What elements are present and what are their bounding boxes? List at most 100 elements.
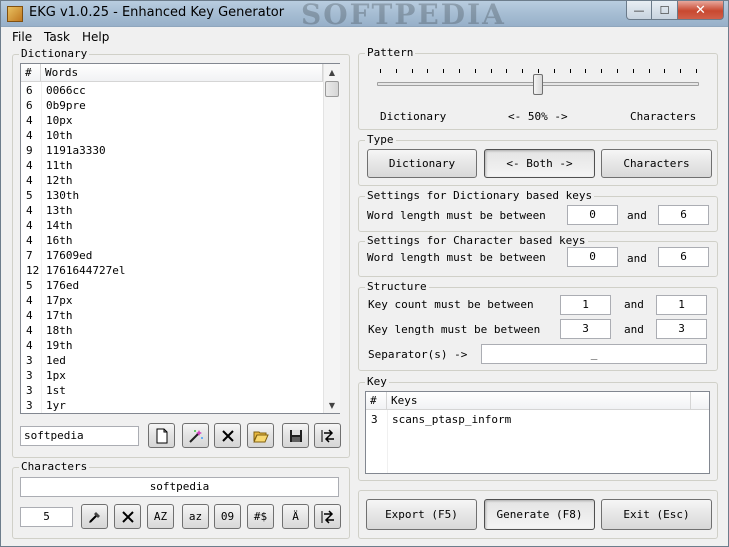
type-both-button[interactable]: <- Both -> xyxy=(484,149,595,178)
table-row[interactable]: 4 17th xyxy=(21,308,323,323)
table-row[interactable]: 6 0b9pre xyxy=(21,98,323,113)
slider-tick xyxy=(664,69,665,73)
close-button[interactable]: ✕ xyxy=(678,1,724,20)
word-length-cell: 3 xyxy=(26,354,33,367)
structure-group-label: Structure xyxy=(365,280,429,294)
table-row[interactable]: 3 1st xyxy=(21,383,323,398)
table-row[interactable]: 12 1761644727el xyxy=(21,263,323,278)
key-length-max-input[interactable]: 3 xyxy=(656,319,707,339)
title-bar[interactable]: EKG v1.0.25 - Enhanced Key Generator SOF… xyxy=(1,0,728,31)
word-length-cell: 3 xyxy=(26,399,33,412)
characters-input[interactable]: softpedia xyxy=(20,477,339,497)
table-row[interactable]: 4 19th xyxy=(21,338,323,353)
slider-tick xyxy=(554,69,555,73)
key-column-header-count[interactable]: # xyxy=(366,392,387,410)
type-characters-button[interactable]: Characters xyxy=(601,149,712,178)
column-header-words[interactable]: Words xyxy=(41,64,323,82)
table-row[interactable]: 4 10px xyxy=(21,113,323,128)
table-row[interactable]: 4 16th xyxy=(21,233,323,248)
table-row[interactable]: 3 1yr xyxy=(21,398,323,413)
export-button[interactable]: Export (F5) xyxy=(366,499,477,530)
delete-icon xyxy=(221,429,234,442)
pattern-slider-thumb[interactable] xyxy=(533,74,543,95)
dictionary-scrollbar[interactable]: ▲ ▼ xyxy=(323,64,340,413)
save-dictionary-button[interactable] xyxy=(282,423,309,448)
table-row[interactable]: 4 13th xyxy=(21,203,323,218)
column-header-count[interactable]: # xyxy=(21,64,41,82)
key-count-max-input[interactable]: 1 xyxy=(656,295,707,315)
character-min-length-input[interactable]: 0 xyxy=(567,247,618,267)
character-count-input[interactable]: 5 xyxy=(20,507,73,527)
table-row[interactable]: 4 18th xyxy=(21,323,323,338)
symbols-button[interactable]: #$ xyxy=(247,504,274,529)
generate-button[interactable]: Generate (F8) xyxy=(484,499,595,530)
minimize-button[interactable]: — xyxy=(626,1,652,20)
table-row[interactable]: 3 1px xyxy=(21,368,323,383)
accents-button[interactable]: Ä xyxy=(282,504,309,529)
word-cell: 14th xyxy=(46,219,73,232)
slider-tick xyxy=(412,69,413,73)
dictionary-max-length-input[interactable]: 6 xyxy=(658,205,709,225)
separator-input[interactable]: _ xyxy=(481,344,707,364)
app-window: EKG v1.0.25 - Enhanced Key Generator SOF… xyxy=(0,0,729,547)
menu-file[interactable]: File xyxy=(10,28,34,47)
clear-characters-button[interactable] xyxy=(114,504,141,529)
exit-button[interactable]: Exit (Esc) xyxy=(601,499,712,530)
word-length-cell: 5 xyxy=(26,189,33,202)
word-cell: 1yr xyxy=(46,399,66,412)
slider-tick xyxy=(380,69,381,73)
transfer-characters-button[interactable] xyxy=(314,504,341,529)
scroll-up-icon[interactable]: ▲ xyxy=(324,64,340,80)
word-length-cell: 5 xyxy=(26,279,33,292)
open-dictionary-button[interactable] xyxy=(247,423,274,448)
table-row[interactable]: 5 176ed xyxy=(21,278,323,293)
table-row[interactable]: 4 12th xyxy=(21,173,323,188)
maximize-button[interactable]: ☐ xyxy=(652,1,678,20)
menu-help[interactable]: Help xyxy=(80,28,111,47)
key-list[interactable]: # Keys 3 scans_ptasp_inform xyxy=(365,391,710,474)
key-cell: scans_ptasp_inform xyxy=(392,413,512,426)
word-cell: 1ed xyxy=(46,354,66,367)
type-dictionary-button[interactable]: Dictionary xyxy=(367,149,477,178)
slider-tick xyxy=(617,69,618,73)
digits-button[interactable]: 09 xyxy=(214,504,241,529)
scroll-down-icon[interactable]: ▼ xyxy=(324,397,340,413)
transfer-icon xyxy=(321,428,334,443)
word-cell: 11th xyxy=(46,159,73,172)
word-cell: 12th xyxy=(46,174,73,187)
word-cell: 176ed xyxy=(46,279,80,292)
table-row[interactable]: 4 14th xyxy=(21,218,323,233)
scroll-thumb[interactable] xyxy=(325,81,339,97)
table-row[interactable]: 6 0066cc xyxy=(21,83,323,98)
table-row[interactable]: 4 11th xyxy=(21,158,323,173)
dictionary-word-input[interactable]: softpedia xyxy=(20,426,139,446)
word-length-cell: 4 xyxy=(26,234,33,247)
table-row[interactable]: 4 17px xyxy=(21,293,323,308)
table-row[interactable]: 5 130th xyxy=(21,188,323,203)
slider-tick xyxy=(443,69,444,73)
word-cell: 1px xyxy=(46,369,66,382)
table-row[interactable]: 3 scans_ptasp_inform xyxy=(366,412,709,427)
key-column-header-keys[interactable]: Keys xyxy=(387,392,691,410)
uppercase-button[interactable]: AZ xyxy=(147,504,174,529)
key-count-min-input[interactable]: 1 xyxy=(560,295,611,315)
transfer-dictionary-button[interactable] xyxy=(314,423,341,448)
lowercase-button[interactable]: az xyxy=(182,504,209,529)
open-folder-icon xyxy=(252,431,269,442)
menu-task[interactable]: Task xyxy=(42,28,72,47)
dictionary-list[interactable]: # Words 6 0066cc 6 0b9pre 4 10px 4 10th 9 1191a33… xyxy=(20,63,340,414)
dictionary-min-length-input[interactable]: 0 xyxy=(567,205,618,225)
delete-word-button[interactable] xyxy=(214,423,241,448)
key-length-min-input[interactable]: 3 xyxy=(560,319,611,339)
table-row[interactable]: 4 10th xyxy=(21,128,323,143)
slider-tick xyxy=(396,69,397,73)
key-length-label: Key length must be between xyxy=(368,323,541,336)
slider-tick xyxy=(506,69,507,73)
character-max-length-input[interactable]: 6 xyxy=(658,247,709,267)
table-row[interactable]: 9 1191a3330 xyxy=(21,143,323,158)
clean-dictionary-button[interactable] xyxy=(182,423,209,448)
table-row[interactable]: 7 17609ed xyxy=(21,248,323,263)
new-dictionary-button[interactable] xyxy=(148,423,175,448)
table-row[interactable]: 3 1ed xyxy=(21,353,323,368)
random-characters-button[interactable] xyxy=(81,504,108,529)
